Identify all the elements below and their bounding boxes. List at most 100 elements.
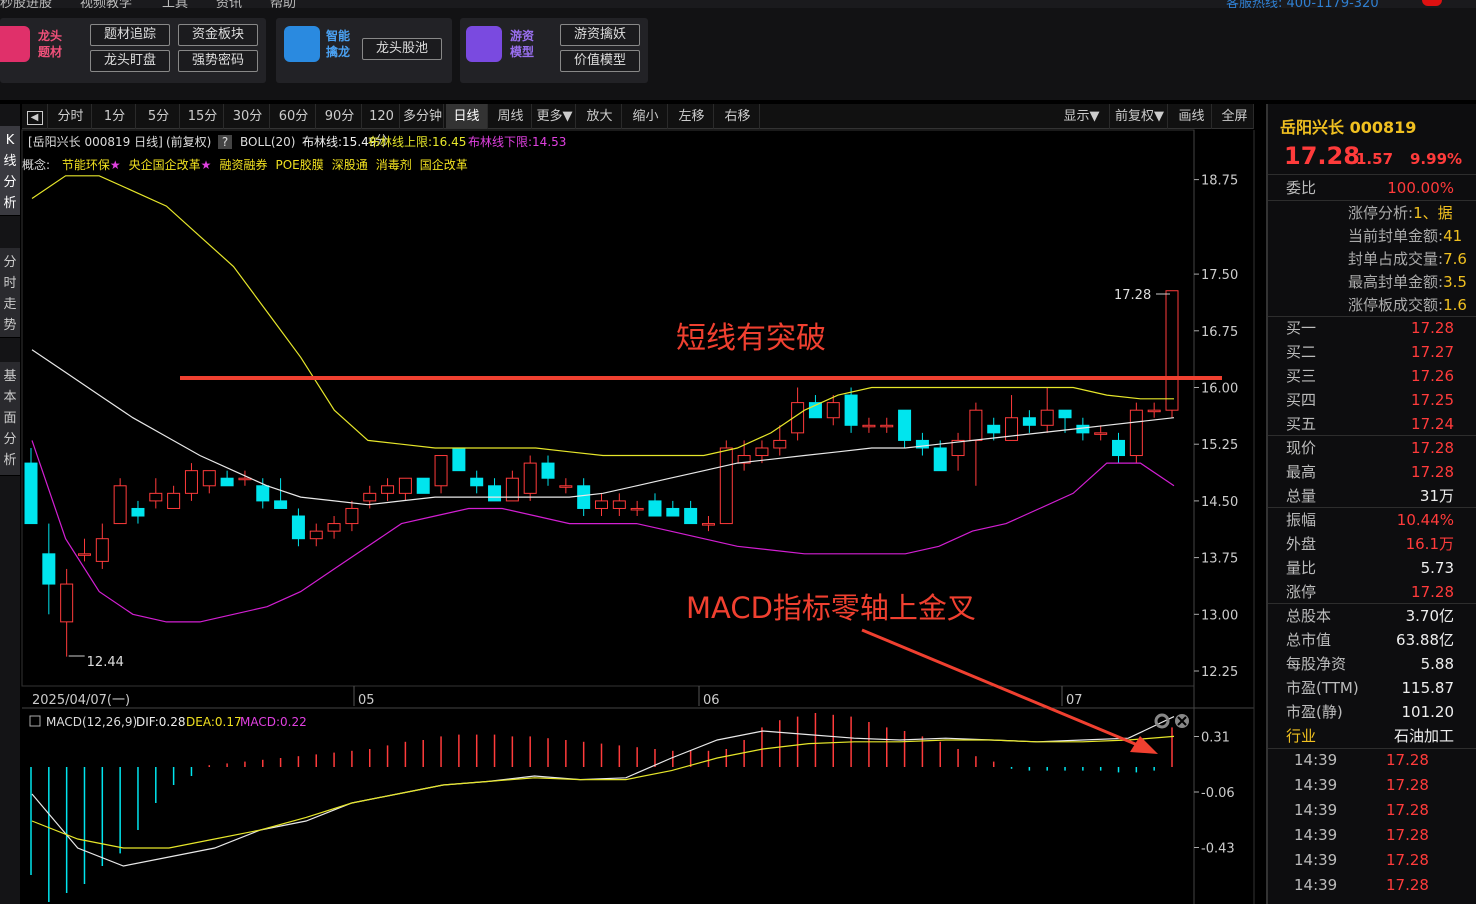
bid-row-1-label: 买二 bbox=[1286, 343, 1317, 361]
candle-body-3 bbox=[77, 553, 91, 556]
tick-time: 14:39 bbox=[1294, 751, 1338, 769]
candle-body-27 bbox=[505, 477, 519, 502]
concept-tag-5[interactable]: 消毒剂 bbox=[376, 158, 412, 172]
book-icon bbox=[0, 26, 30, 62]
leader-watch-button[interactable]: 龙头盯盘 bbox=[90, 50, 170, 72]
draw-line-button[interactable]: 画线 bbox=[1172, 104, 1212, 129]
period-button-12[interactable]: 放大 bbox=[578, 104, 622, 129]
display-menu-button[interactable]: 显示▼ bbox=[1054, 104, 1110, 129]
concept-tag-4[interactable]: 深股通 bbox=[332, 158, 368, 172]
candle-body-9 bbox=[184, 470, 198, 494]
fundamental-row-2-value: 5.88 bbox=[1420, 655, 1454, 673]
bid-row-0-label: 买一 bbox=[1286, 319, 1317, 337]
concept-tag-2[interactable]: 融资融券 bbox=[219, 158, 267, 172]
x-axis-start-date: 2025/04/07(一) bbox=[32, 693, 130, 708]
price-tick-label-7: 13.00 bbox=[1201, 608, 1238, 623]
cube-icon bbox=[284, 26, 320, 62]
quote-row-2: 总量 31万 bbox=[1268, 484, 1476, 508]
period-button-1[interactable]: 1分 bbox=[94, 104, 136, 129]
gear-icon bbox=[1154, 713, 1170, 729]
period-button-3[interactable]: 15分 bbox=[182, 104, 224, 129]
concept-tag-6[interactable]: 国企改革 bbox=[420, 158, 468, 172]
concept-tag-0[interactable]: 节能环保★ bbox=[62, 158, 121, 172]
candle-body-61 bbox=[1112, 439, 1126, 457]
quote-row-1-label: 最高 bbox=[1286, 463, 1317, 481]
industry-row[interactable]: 行业 石油加工 bbox=[1268, 724, 1476, 748]
period-button-7[interactable]: 120分 bbox=[364, 104, 400, 149]
candle-body-60 bbox=[1094, 432, 1108, 435]
adjust-menu-button[interactable]: 前复权▼ bbox=[1112, 104, 1168, 129]
candle-body-5 bbox=[113, 485, 127, 525]
boll-upper-line bbox=[31, 175, 1174, 457]
boll-lower-value: 布林线下限:14.53 bbox=[468, 135, 567, 149]
period-button-11[interactable]: 更多▼ bbox=[534, 104, 576, 129]
leader-pool-button[interactable]: 龙头股池 bbox=[362, 38, 442, 60]
period-button-15[interactable]: 右移 bbox=[716, 104, 760, 129]
fundamental-row-2: 每股净资 5.88 bbox=[1268, 652, 1476, 676]
strength-code-button[interactable]: 强势密码 bbox=[178, 50, 258, 72]
group1-title-2: 题材 bbox=[38, 45, 63, 59]
adjust-mode: (前复权) bbox=[166, 135, 212, 149]
left-view-tabs: K线分析 分时走势 基本面分析 bbox=[0, 104, 20, 904]
tab-fundamental[interactable]: 基本面分析 bbox=[0, 362, 20, 476]
menu-item-4[interactable]: 帮助 bbox=[270, 0, 296, 8]
menu-item-1[interactable]: 视频教学 bbox=[80, 0, 132, 8]
period-button-14[interactable]: 左移 bbox=[670, 104, 714, 129]
candle-body-21 bbox=[398, 477, 412, 494]
weibi-value: 100.00% bbox=[1387, 179, 1454, 197]
tab-kline[interactable]: K线分析 bbox=[0, 126, 20, 216]
quote-panel: 岳阳兴长 000819 17.28 1.57 9.99% 委比 100.00% … bbox=[1266, 104, 1476, 904]
concept-tag-3[interactable]: POE胶膜 bbox=[275, 158, 323, 172]
period-button-4[interactable]: 30分 bbox=[226, 104, 270, 129]
menu-item-2[interactable]: 工具 bbox=[162, 0, 188, 8]
candle-body-24 bbox=[452, 447, 466, 472]
period-button-2[interactable]: 5分 bbox=[138, 104, 180, 129]
tick-price: 17.28 bbox=[1386, 776, 1429, 794]
quote-row-0-value: 17.28 bbox=[1411, 439, 1454, 457]
fundamental-row-4-value: 101.20 bbox=[1401, 703, 1455, 721]
quote2-row-1-label: 外盘 bbox=[1286, 535, 1317, 553]
group2-title-1: 智能 bbox=[326, 29, 351, 43]
bid-row-4-label: 买五 bbox=[1286, 415, 1317, 433]
candle-body-57 bbox=[1040, 409, 1054, 426]
theme-tracking-button[interactable]: 题材追踪 bbox=[90, 24, 170, 46]
value-model-button[interactable]: 价值模型 bbox=[560, 50, 640, 72]
quote-row-2-label: 总量 bbox=[1286, 487, 1317, 505]
notification-badge[interactable] bbox=[1422, 0, 1442, 6]
menu-item-0[interactable]: 秒股进股 bbox=[0, 0, 52, 8]
candle-body-18 bbox=[345, 507, 359, 525]
candle-body-42 bbox=[773, 439, 787, 449]
group2-title-2: 擒龙 bbox=[326, 45, 351, 59]
candle-body-16 bbox=[309, 530, 323, 540]
candle-body-22 bbox=[416, 477, 430, 494]
star-icon: ★ bbox=[200, 158, 212, 172]
price-tick-label-4: 15.25 bbox=[1201, 438, 1238, 453]
help-icon[interactable]: ? bbox=[218, 135, 232, 149]
period-button-9[interactable]: 日线 bbox=[446, 104, 488, 129]
hot-money-button[interactable]: 游资擒妖 bbox=[560, 24, 640, 46]
limit-analysis-0[interactable]: 涨停分析:1、据 bbox=[1348, 202, 1453, 223]
price-tick-label-1: 17.50 bbox=[1201, 268, 1238, 283]
period-button-13[interactable]: 缩小 bbox=[624, 104, 668, 129]
period-button-10[interactable]: 周线 bbox=[490, 104, 532, 129]
candle-body-14 bbox=[274, 500, 288, 509]
month-label-0: 05 bbox=[358, 693, 375, 708]
candle-body-17 bbox=[327, 523, 341, 532]
period-button-0[interactable]: 分时 bbox=[50, 104, 92, 129]
tab-intraday[interactable]: 分时走势 bbox=[0, 248, 20, 338]
fullscreen-button[interactable]: 全屏 bbox=[1216, 104, 1254, 129]
concept-tag-1[interactable]: 央企国企改革★ bbox=[129, 158, 212, 172]
bid-row-1-value: 17.27 bbox=[1411, 343, 1454, 361]
candle-body-43 bbox=[791, 402, 805, 434]
capital-sector-button[interactable]: 资金板块 bbox=[178, 24, 258, 46]
quote-row-0: 现价 17.28 bbox=[1268, 436, 1476, 460]
tick-time: 14:39 bbox=[1294, 801, 1338, 819]
period-button-5[interactable]: 60分 bbox=[272, 104, 316, 129]
period-button-8[interactable]: 多分钟 bbox=[402, 104, 444, 129]
tick-time: 14:39 bbox=[1294, 851, 1338, 869]
period-button-6[interactable]: 90分 bbox=[318, 104, 362, 129]
candle-body-59 bbox=[1076, 424, 1090, 434]
collapse-arrow-button[interactable]: ◀ bbox=[22, 104, 48, 129]
candle-body-2 bbox=[60, 583, 74, 623]
menu-item-3[interactable]: 资讯 bbox=[216, 0, 242, 8]
